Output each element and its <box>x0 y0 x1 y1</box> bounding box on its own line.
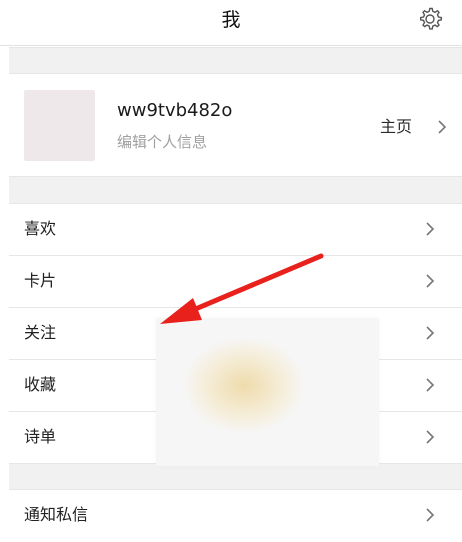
annotation-arrow <box>160 253 324 324</box>
